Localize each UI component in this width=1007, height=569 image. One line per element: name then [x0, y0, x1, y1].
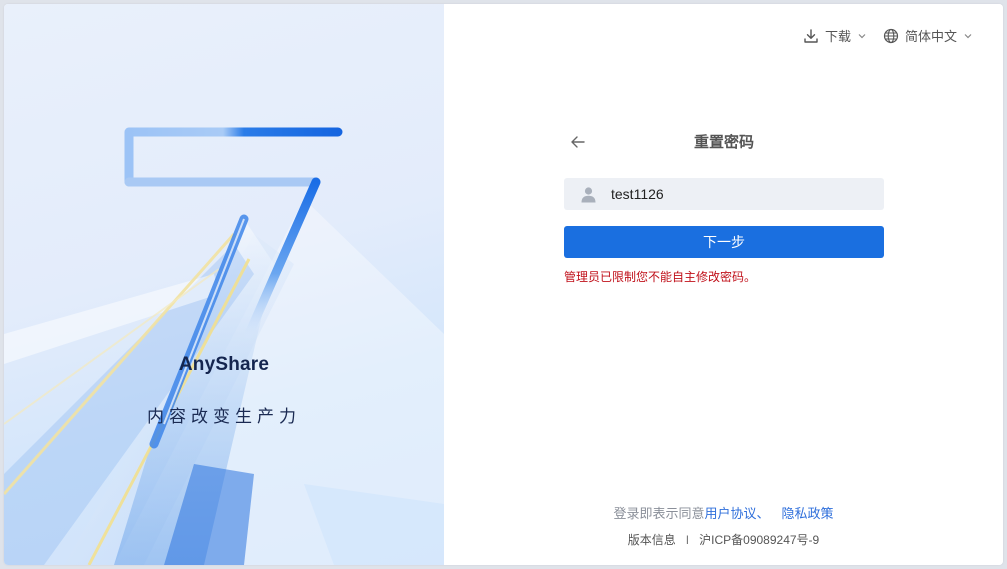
form-header: 重置密码 — [564, 122, 884, 160]
chevron-down-icon — [964, 33, 972, 38]
download-menu[interactable]: 下载 — [803, 26, 867, 45]
footer: 登录即表示同意用户协议、 隐私政策 版本信息 I 沪ICP备09089247号-9 — [444, 503, 1003, 548]
language-menu[interactable]: 简体中文 — [883, 26, 973, 45]
brand-panel: AnyShare 内容改变生产力 — [4, 4, 444, 565]
download-label: 下载 — [824, 29, 851, 44]
top-bar: 下载 简体中文 — [803, 26, 973, 45]
account-field[interactable] — [564, 178, 884, 210]
download-icon — [804, 28, 818, 43]
user-agreement-link[interactable]: 用户协议 — [704, 506, 756, 521]
agreement-separator: 、 — [756, 506, 770, 521]
back-arrow-icon[interactable] — [568, 132, 588, 152]
error-message: 管理员已限制您不能自主修改密码。 — [564, 270, 757, 284]
agreement-prefix: 登录即表示同意 — [613, 506, 705, 521]
privacy-policy-link[interactable]: 隐私政策 — [782, 506, 834, 521]
version-info-link[interactable]: 版本信息 — [628, 533, 676, 547]
brand-slogan: 内容改变生产力 — [147, 407, 301, 426]
info-line: 版本信息 I 沪ICP备09089247号-9 — [444, 531, 1003, 548]
agreement-line: 登录即表示同意用户协议、 隐私政策 — [444, 503, 1003, 522]
login-panel: 下载 简体中文 重置密码 test1126 下一步 管理员已限制您不能自主修改密… — [444, 4, 1003, 565]
page-title: 重置密码 — [693, 133, 754, 151]
brand-name: AnyShare — [178, 354, 270, 375]
reset-password-form: 重置密码 下一步 管理员已限制您不能自主修改密码。 — [564, 122, 884, 285]
info-divider: I — [685, 533, 690, 547]
user-icon — [581, 186, 596, 202]
chevron-down-icon — [858, 33, 866, 38]
account-input[interactable] — [611, 186, 851, 202]
login-window: AnyShare 内容改变生产力 下载 简体中文 重置密码 test1126 下… — [4, 4, 1003, 565]
globe-icon — [883, 28, 899, 43]
icp-link[interactable]: 沪ICP备09089247号-9 — [699, 533, 819, 547]
next-button[interactable]: 下一步 — [564, 226, 884, 258]
brand-illustration — [4, 127, 444, 565]
language-label: 简体中文 — [904, 29, 957, 44]
